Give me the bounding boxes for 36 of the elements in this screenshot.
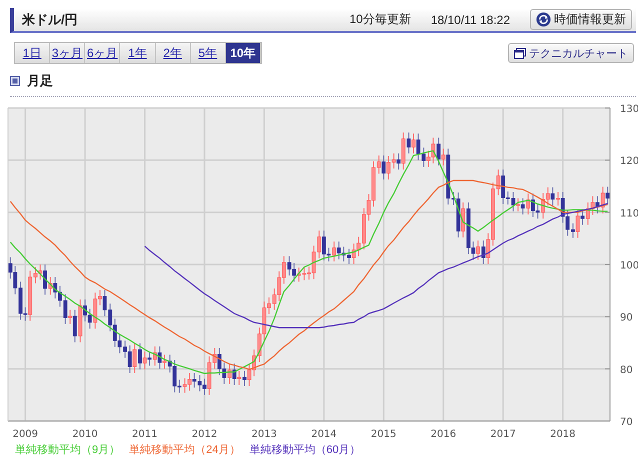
period-tab[interactable]: 1年	[120, 43, 156, 63]
section-title: 月足	[27, 72, 53, 90]
axis-label: 2011	[132, 429, 158, 440]
axis-label: 100	[620, 260, 638, 272]
legend-label: 単純移動平均（9月）	[15, 443, 120, 457]
axis-label: 2016	[430, 429, 456, 440]
period-tab[interactable]: 2年	[156, 43, 191, 63]
refresh-button[interactable]: 時価情報更新	[530, 9, 632, 30]
axis-label: 80	[620, 364, 633, 376]
period-tab[interactable]: 1日	[15, 43, 50, 63]
axis-label: 2015	[370, 429, 396, 440]
axis-label: 110	[620, 208, 638, 220]
axis-label: 2017	[490, 429, 516, 440]
period-tab[interactable]: 10年	[226, 43, 261, 63]
legend-label: 単純移動平均（60月）	[249, 443, 361, 457]
square-icon	[10, 76, 20, 86]
axis-label: 2010	[72, 429, 98, 440]
axis-label: 2009	[12, 429, 38, 440]
axis-label: 130	[620, 104, 638, 115]
axis-label: 2018	[550, 429, 576, 440]
axis-label: 90	[620, 312, 633, 324]
period-tab[interactable]: 6ヶ月	[85, 43, 120, 63]
legend-label: 単純移動平均（24月）	[129, 443, 240, 457]
axis-label: 2012	[192, 429, 218, 440]
page-title: 米ドル/円	[22, 10, 79, 28]
technical-chart-button[interactable]: テクニカルチャート	[508, 43, 634, 63]
axis-label: 70	[620, 417, 633, 428]
period-tab[interactable]: 5年	[190, 43, 226, 63]
axis-label: 120	[620, 156, 638, 168]
update-interval: 10分毎更新	[349, 11, 411, 28]
window-icon	[514, 48, 526, 58]
timestamp: 18/10/11 18:22	[430, 12, 510, 26]
axis-label: 2013	[251, 429, 277, 440]
refresh-icon	[536, 12, 551, 27]
axis-label: 2014	[311, 429, 337, 440]
period-tab[interactable]: 3ヶ月	[50, 43, 86, 63]
